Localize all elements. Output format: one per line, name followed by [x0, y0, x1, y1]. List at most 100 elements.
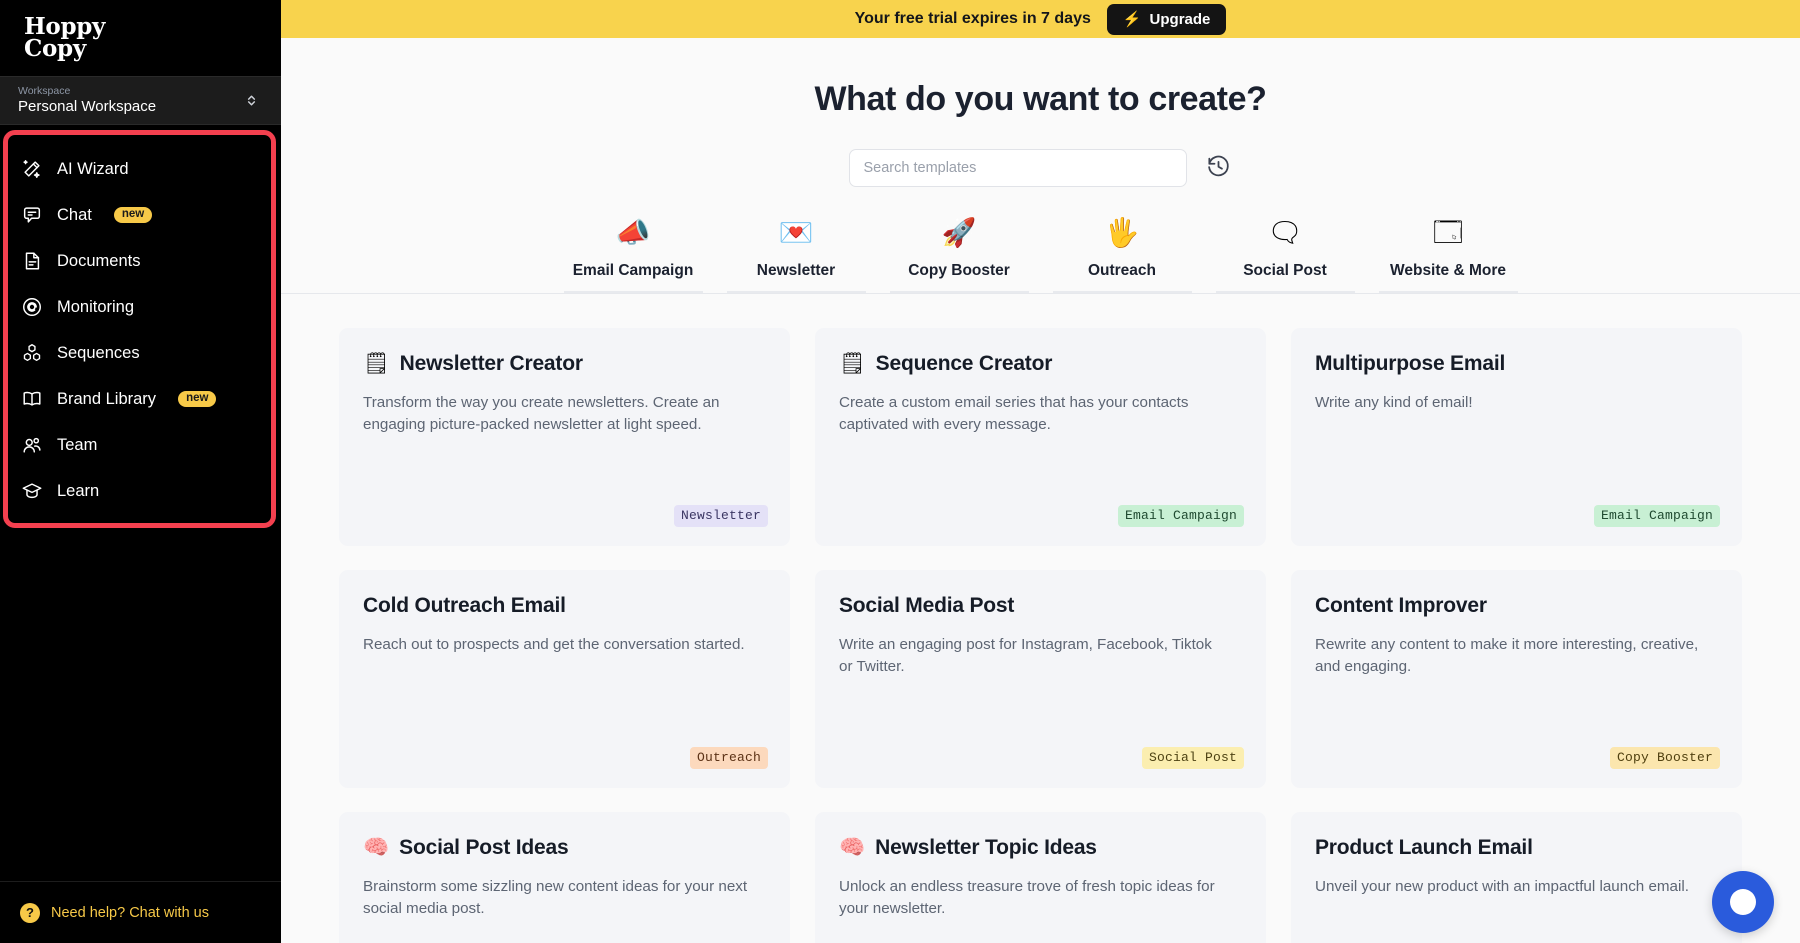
- workspace-switcher[interactable]: Workspace Personal Workspace: [0, 76, 281, 125]
- brain-icon: 🧠: [839, 836, 866, 859]
- card-header: 🧠 Newsletter Topic Ideas: [839, 836, 1242, 860]
- content-scroll-area[interactable]: What do you want to create? 📣: [281, 38, 1800, 943]
- megaphone-icon: 📣: [615, 217, 651, 248]
- logo-text: Hoppy Copy: [24, 15, 105, 62]
- template-card[interactable]: 🧠 Newsletter Topic Ideas Unlock an endle…: [815, 812, 1266, 943]
- rocket-icon: 🚀: [941, 217, 977, 248]
- sidebar-item-sequences[interactable]: Sequences: [0, 330, 281, 376]
- category-website-more[interactable]: 🗔 Website & More: [1367, 217, 1530, 293]
- template-card[interactable]: Multipurpose Email Write any kind of ema…: [1291, 328, 1742, 546]
- card-header: Cold Outreach Email: [363, 594, 766, 618]
- status-badge: Email Campaign: [1593, 505, 1720, 527]
- raised-hand-icon: 🖐: [1104, 217, 1140, 248]
- blocks-icon: [20, 342, 43, 365]
- chat-bubble-icon: [20, 204, 43, 227]
- search-input[interactable]: [848, 149, 1187, 187]
- card-title: Sequence Creator: [875, 352, 1053, 375]
- category-label: Newsletter: [756, 262, 836, 279]
- template-card[interactable]: Social Media Post Write an engaging post…: [815, 570, 1266, 788]
- card-header: Content Improver: [1315, 594, 1718, 618]
- card-title: Content Improver: [1315, 594, 1487, 617]
- workspace-name: Personal Workspace: [18, 98, 157, 115]
- card-title: Newsletter Creator: [399, 352, 583, 375]
- sidebar-item-ai-wizard[interactable]: AI Wizard: [0, 146, 281, 192]
- sidebar-item-label: Documents: [57, 251, 141, 270]
- template-card[interactable]: Cold Outreach Email Reach out to prospec…: [339, 570, 790, 788]
- status-badge: Social Post: [1141, 747, 1244, 769]
- sidebar-item-learn[interactable]: Learn: [0, 468, 281, 514]
- spiral-notepad-icon: 🗒: [363, 352, 390, 375]
- card-description: Brainstorm some sizzling new content ide…: [363, 878, 748, 917]
- browser-window-icon: 🗔: [1432, 217, 1464, 248]
- workspace-text: Workspace Personal Workspace: [18, 85, 157, 116]
- card-description: Write any kind of email!: [1315, 394, 1473, 411]
- category-social-post[interactable]: 🗨 Social Post: [1204, 217, 1367, 293]
- logo-line-2: Copy: [24, 35, 86, 62]
- love-letter-icon: 💌: [778, 217, 814, 248]
- template-card[interactable]: 🗒 Sequence Creator Create a custom email…: [815, 328, 1266, 546]
- sidebar-item-chat[interactable]: Chat new: [0, 192, 281, 238]
- card-title: Multipurpose Email: [1315, 352, 1506, 375]
- category-label: Email Campaign: [572, 262, 694, 279]
- workspace-label: Workspace: [18, 85, 71, 97]
- card-description: Write an engaging post for Instagram, Fa…: [839, 636, 1212, 675]
- intercom-chat-icon[interactable]: [1712, 871, 1774, 933]
- page-title: What do you want to create?: [814, 80, 1267, 118]
- category-label: Website & More: [1390, 262, 1506, 279]
- category-outreach[interactable]: 🖐 Outreach: [1041, 217, 1204, 293]
- template-card[interactable]: 🗒 Newsletter Creator Transform the way y…: [339, 328, 790, 546]
- card-description: Unlock an endless treasure trove of fres…: [839, 878, 1215, 917]
- sidebar-item-label: Monitoring: [57, 297, 135, 316]
- brain-icon: 🧠: [363, 836, 390, 859]
- card-header: Multipurpose Email: [1315, 352, 1718, 376]
- users-icon: [20, 434, 43, 457]
- card-title: Newsletter Topic Ideas: [875, 836, 1097, 859]
- card-title: Social Post Ideas: [399, 836, 569, 859]
- search-row: [281, 149, 1800, 187]
- card-title: Social Media Post: [839, 594, 1015, 617]
- card-header: 🗒 Newsletter Creator: [363, 352, 766, 376]
- sidebar-nav: AI Wizard Chat new Documents Monitoring …: [0, 130, 281, 528]
- sidebar-item-label: AI Wizard: [57, 159, 129, 178]
- graduation-cap-icon: [20, 480, 43, 503]
- sidebar-item-label: Team: [57, 435, 98, 454]
- card-header: Social Media Post: [839, 594, 1242, 618]
- main-content: Your free trial expires in 7 days ⚡ Upgr…: [281, 0, 1800, 943]
- sidebar-item-label: Learn: [57, 481, 100, 500]
- search-history-button[interactable]: [1205, 154, 1233, 182]
- category-newsletter[interactable]: 💌 Newsletter: [715, 217, 878, 293]
- card-description: Transform the way you create newsletters…: [363, 394, 720, 433]
- chat-fab-inner: [1730, 889, 1756, 915]
- new-badge: new: [178, 390, 217, 408]
- clock-history-icon: [1206, 154, 1231, 182]
- template-card[interactable]: 🧠 Social Post Ideas Brainstorm some sizz…: [339, 812, 790, 943]
- card-description: Unveil your new product with an impactfu…: [1315, 878, 1689, 895]
- trial-banner: Your free trial expires in 7 days ⚡ Upgr…: [281, 0, 1800, 38]
- card-header: 🗒 Sequence Creator: [839, 352, 1242, 376]
- sidebar-item-brand-library[interactable]: Brand Library new: [0, 376, 281, 422]
- upgrade-button[interactable]: ⚡ Upgrade: [1106, 3, 1227, 35]
- app-root: Hoppy Copy Workspace Personal Workspace: [0, 0, 1800, 943]
- status-badge: Email Campaign: [1117, 505, 1244, 527]
- new-badge: new: [113, 206, 153, 224]
- template-card[interactable]: Product Launch Email Unveil your new pro…: [1291, 812, 1742, 943]
- category-label: Copy Booster: [908, 262, 1010, 279]
- sidebar-item-team[interactable]: Team: [0, 422, 281, 468]
- category-copy-booster[interactable]: 🚀 Copy Booster: [878, 217, 1041, 293]
- chevron-updown-icon: [244, 93, 259, 108]
- card-header: 🧠 Social Post Ideas: [363, 836, 766, 860]
- card-description: Reach out to prospects and get the conve…: [363, 636, 745, 653]
- card-description: Rewrite any content to make it more inte…: [1315, 636, 1699, 675]
- card-title: Cold Outreach Email: [363, 594, 566, 617]
- sidebar-item-documents[interactable]: Documents: [0, 238, 281, 284]
- help-chat-link[interactable]: ? Need help? Chat with us: [0, 881, 281, 943]
- spiral-notepad-icon: 🗒: [839, 352, 866, 375]
- app-logo[interactable]: Hoppy Copy: [0, 0, 281, 76]
- card-header: Product Launch Email: [1315, 836, 1718, 860]
- magic-wand-icon: [20, 158, 43, 181]
- category-email-campaign[interactable]: 📣 Email Campaign: [552, 217, 715, 293]
- template-card[interactable]: Content Improver Rewrite any content to …: [1291, 570, 1742, 788]
- sidebar-item-monitoring[interactable]: Monitoring: [0, 284, 281, 330]
- status-badge: Outreach: [689, 747, 768, 769]
- card-description: Create a custom email series that has yo…: [839, 394, 1189, 433]
